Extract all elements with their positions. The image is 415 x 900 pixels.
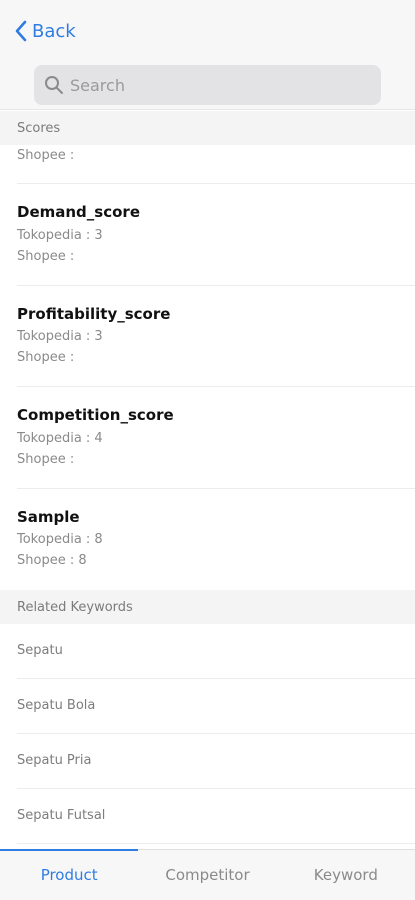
score-title: Sample (17, 508, 80, 526)
chevron-left-icon (15, 20, 27, 42)
keyword-item[interactable]: Sepatu (17, 643, 63, 658)
divider (17, 285, 415, 286)
partial-shopee-line: Shopee : (17, 148, 75, 163)
score-shopee: Shopee : (17, 452, 75, 467)
search-icon (45, 76, 63, 94)
score-shopee: Shopee : 8 (17, 553, 87, 568)
divider (17, 788, 415, 789)
score-tokopedia: Tokopedia : 4 (17, 431, 103, 446)
tab-product[interactable]: Product (0, 849, 139, 900)
back-label: Back (32, 20, 76, 42)
score-title: Profitability_score (17, 305, 171, 323)
divider (17, 678, 415, 679)
tab-keyword[interactable]: Keyword (277, 850, 415, 900)
score-tokopedia: Tokopedia : 8 (17, 532, 103, 547)
bottom-tab-bar: Product Competitor Keyword (0, 849, 415, 900)
tab-competitor[interactable]: Competitor (138, 850, 276, 900)
divider (17, 488, 415, 489)
search-input[interactable] (70, 75, 350, 95)
divider (17, 843, 415, 844)
score-shopee: Shopee : (17, 249, 75, 264)
score-shopee: Shopee : (17, 350, 75, 365)
keyword-item[interactable]: Sepatu Pria (17, 753, 91, 768)
score-tokopedia: Tokopedia : 3 (17, 228, 103, 243)
divider (17, 733, 415, 734)
score-title: Competition_score (17, 406, 174, 424)
keyword-item[interactable]: Sepatu Futsal (17, 808, 105, 823)
divider (17, 386, 415, 387)
search-bar[interactable] (34, 65, 381, 105)
top-header: Back (0, 0, 415, 110)
score-tokopedia: Tokopedia : 3 (17, 329, 103, 344)
scores-section-heading: Scores (0, 111, 415, 145)
back-button[interactable]: Back (14, 16, 76, 46)
score-title: Demand_score (17, 203, 140, 221)
keywords-section-heading: Related Keywords (0, 590, 415, 624)
keyword-item[interactable]: Sepatu Bola (17, 698, 95, 713)
divider (17, 183, 415, 184)
